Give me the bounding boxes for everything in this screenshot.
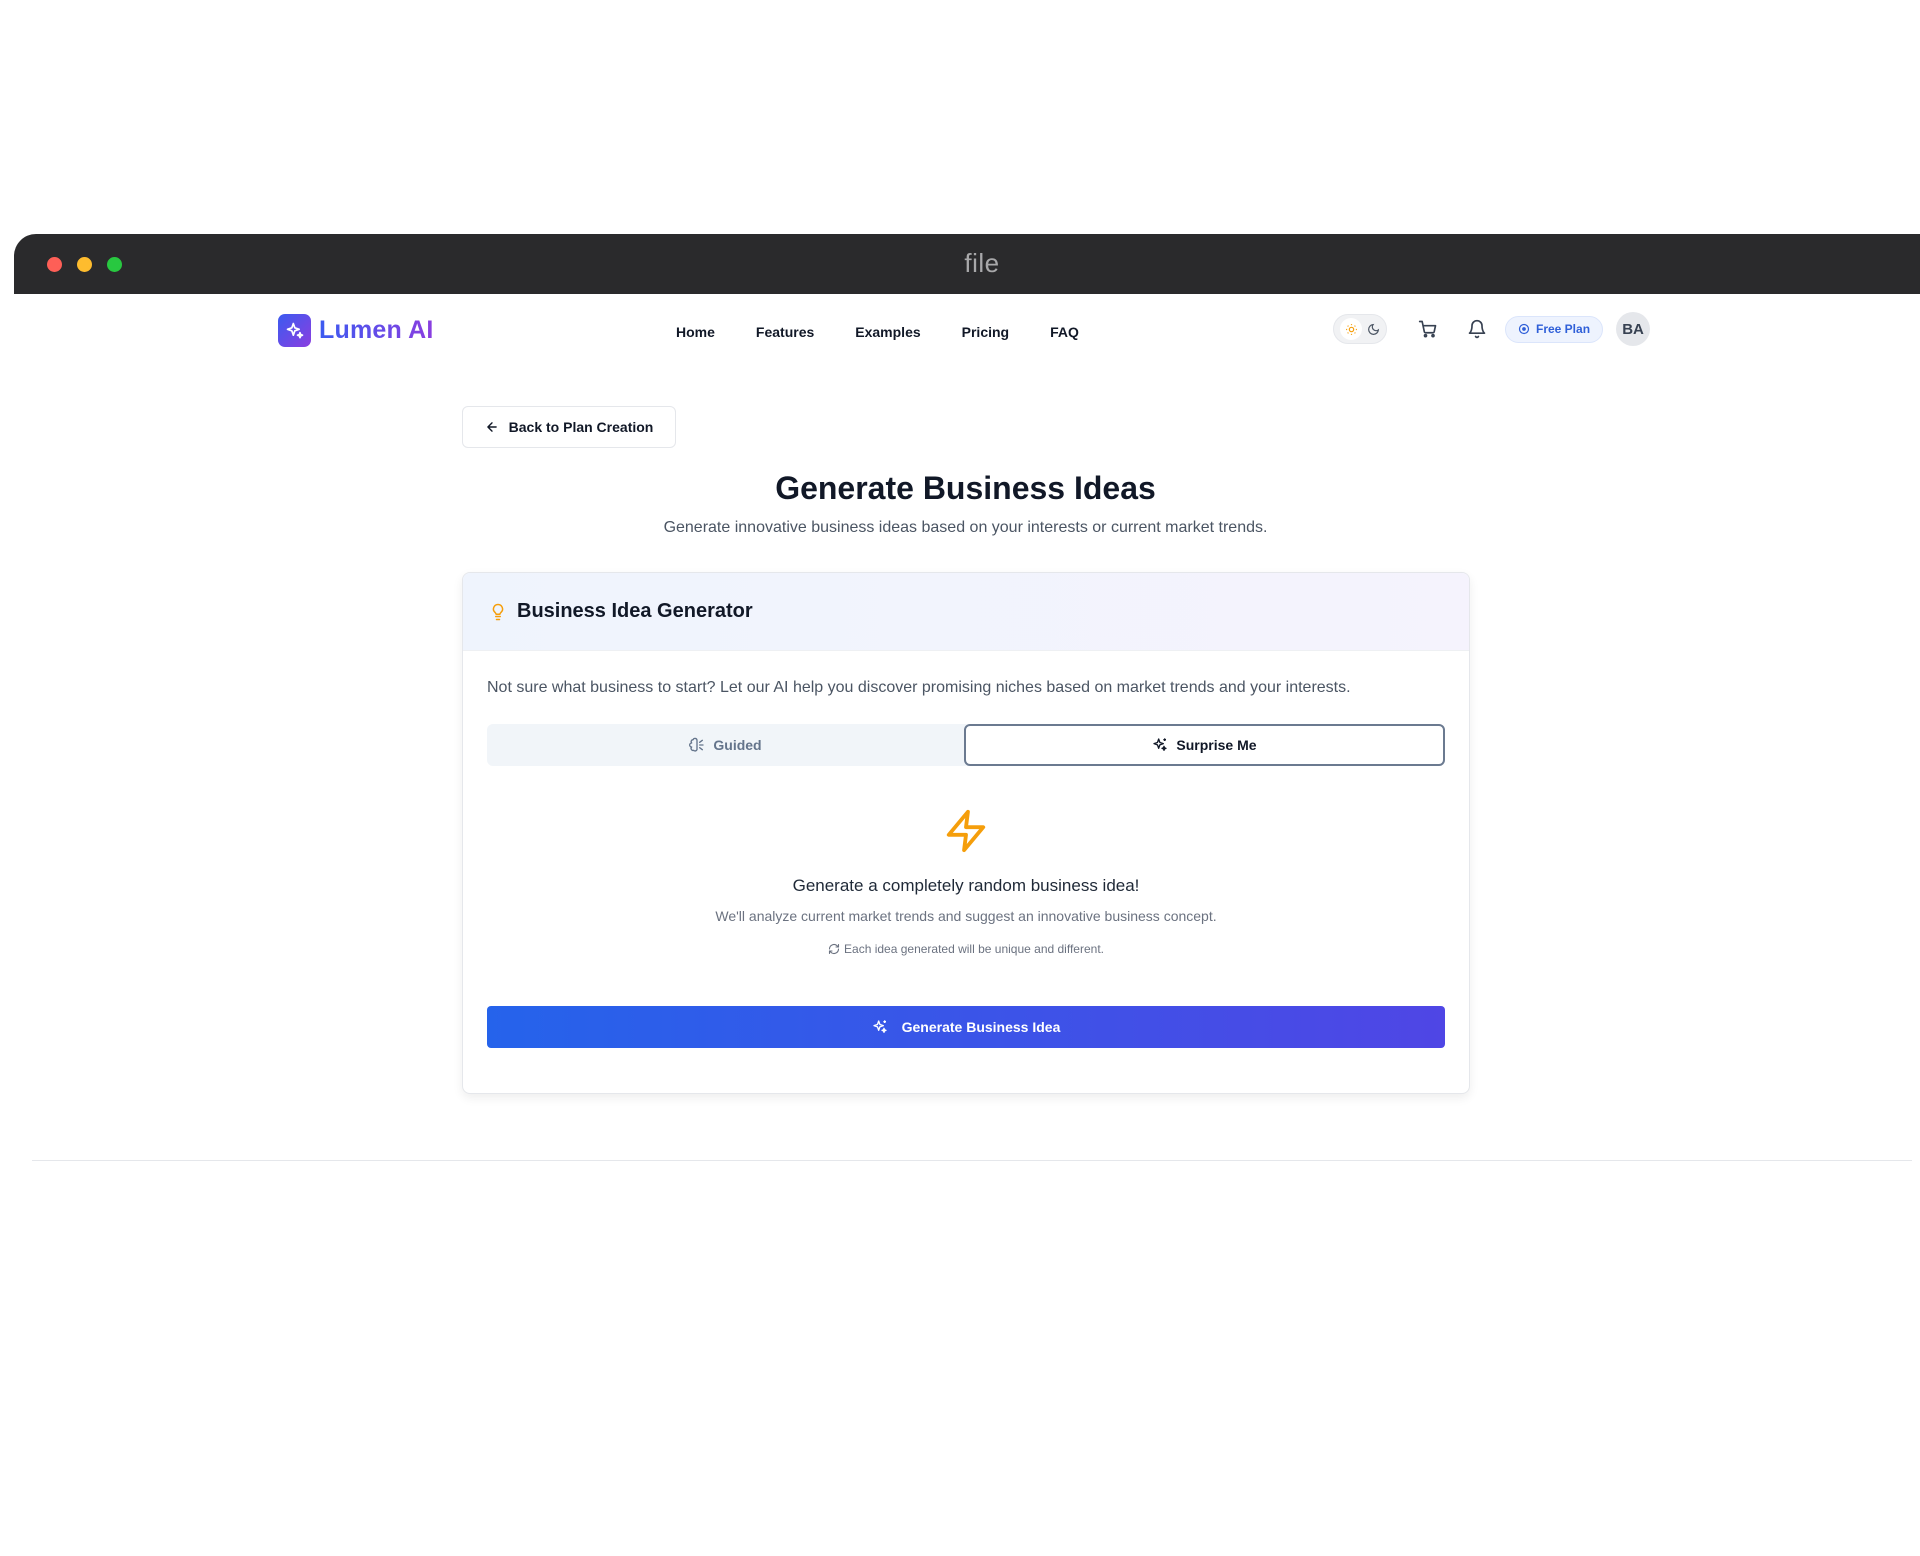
sparkles-icon	[1153, 738, 1168, 751]
lightbulb-icon	[492, 603, 504, 620]
tab-surprise-me[interactable]: Surprise Me	[964, 724, 1445, 766]
brand-name: Lumen AI	[319, 316, 434, 344]
plan-circle-icon	[1518, 323, 1530, 335]
cart-icon[interactable]	[1413, 314, 1443, 344]
tab-surprise-me-label: Surprise Me	[1176, 737, 1257, 753]
card-description: Not sure what business to start? Let our…	[487, 679, 1351, 696]
business-idea-generator-card: Business Idea Generator Not sure what bu…	[462, 572, 1470, 1094]
page-title: Generate Business Ideas	[775, 470, 1156, 506]
card-body: Not sure what business to start? Let our…	[463, 651, 1469, 1072]
nav-links: Home Features Examples Pricing FAQ	[676, 324, 1120, 340]
brain-icon	[689, 737, 705, 752]
page-subtitle: Generate innovative business ideas based…	[663, 519, 1268, 536]
nav-link-pricing[interactable]: Pricing	[962, 324, 1009, 340]
card-title: Business Idea Generator	[517, 600, 753, 622]
generate-business-idea-button[interactable]: Generate Business Idea	[487, 1006, 1445, 1048]
surprise-panel: Generate a completely random business id…	[487, 808, 1445, 956]
sparkles-icon	[872, 1020, 887, 1033]
surprise-note: Each idea generated will be unique and d…	[487, 942, 1445, 956]
browser-window: file Lumen AI Home Features Examples Pri…	[14, 234, 1920, 1164]
surprise-note-text: Each idea generated will be unique and d…	[844, 942, 1104, 956]
nav-link-features[interactable]: Features	[756, 324, 814, 340]
theme-toggle[interactable]	[1333, 314, 1387, 344]
top-navbar: Lumen AI Home Features Examples Pricing …	[14, 294, 1920, 366]
window-titlebar: file	[14, 234, 1920, 294]
mode-tabs: Guided Surprise Me	[487, 724, 1445, 766]
back-button-label: Back to Plan Creation	[508, 419, 654, 435]
refresh-icon	[828, 943, 840, 955]
bell-icon[interactable]	[1462, 314, 1492, 344]
footer-divider	[32, 1160, 1912, 1161]
tab-guided-label: Guided	[713, 737, 762, 753]
generate-button-label: Generate Business Idea	[901, 1019, 1061, 1035]
card-header: Business Idea Generator	[463, 573, 1469, 651]
plan-badge-label: Free Plan	[1536, 322, 1591, 336]
avatar-initials: BA	[1622, 320, 1644, 338]
back-to-plan-creation-button[interactable]: Back to Plan Creation	[462, 406, 676, 448]
nav-link-faq[interactable]: FAQ	[1050, 324, 1079, 340]
window-title: file	[964, 248, 1000, 278]
avatar[interactable]: BA	[1616, 312, 1651, 346]
surprise-subtitle: We'll analyze current market trends and …	[715, 908, 1217, 924]
brand-logo[interactable]: Lumen AI	[278, 314, 434, 347]
arrow-left-icon	[486, 422, 497, 432]
nav-link-examples[interactable]: Examples	[855, 324, 920, 340]
nav-link-home[interactable]: Home	[676, 324, 715, 340]
plan-badge[interactable]: Free Plan	[1505, 315, 1604, 343]
sparkles-logo-icon	[278, 314, 311, 347]
surprise-title: Generate a completely random business id…	[792, 876, 1140, 895]
nav-actions: Free Plan BA	[1333, 312, 1651, 346]
zap-icon	[946, 809, 986, 853]
moon-icon	[1367, 323, 1380, 336]
tab-guided[interactable]: Guided	[487, 724, 964, 766]
sun-icon	[1340, 318, 1363, 340]
